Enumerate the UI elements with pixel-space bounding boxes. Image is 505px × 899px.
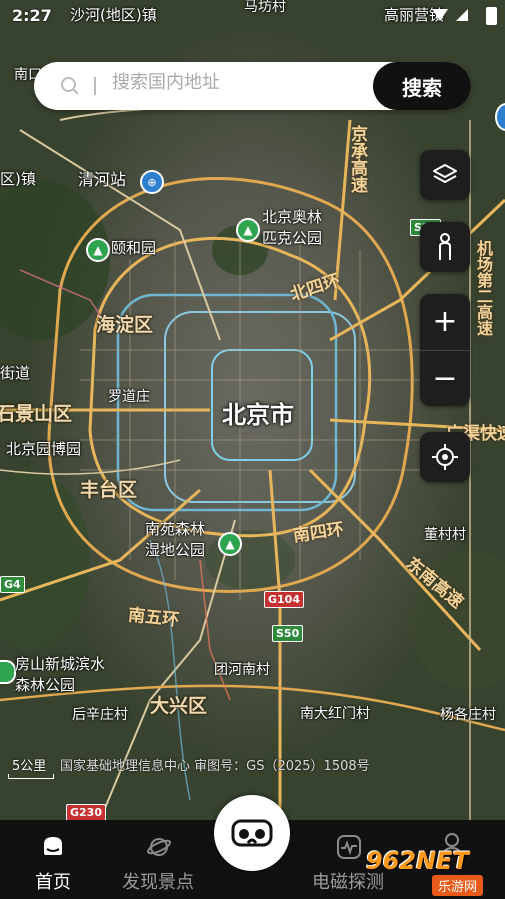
zoom-in-button[interactable]: + — [420, 294, 470, 351]
vr-goggles-icon — [231, 819, 273, 847]
tab-home-label: 首页 — [35, 872, 71, 893]
city-label-beijing: 北京市 — [222, 401, 294, 429]
scale-label: 5公里 — [12, 759, 47, 774]
road-shield-g4: G4 — [0, 576, 25, 593]
zoom-controls: + − — [420, 294, 470, 406]
poi-label-qinghe: 清河站 — [78, 170, 127, 189]
poi-label-nandahong: 南大红门村 — [300, 706, 370, 722]
poi-label-luodaozhuang: 罗道庄 — [108, 389, 150, 405]
park-icon: ▲ — [86, 238, 110, 262]
status-time: 2:27 — [12, 6, 52, 25]
watermark-logo: 962NET 乐游网 — [362, 845, 502, 896]
streetview-button[interactable] — [420, 222, 470, 272]
locate-button[interactable] — [420, 432, 470, 482]
poi-label-tuanhe: 团河南村 — [214, 662, 270, 678]
signal-icon — [456, 9, 468, 21]
poi-label-dongcun: 董村村 — [424, 527, 466, 543]
district-label-fengtai: 丰台区 — [80, 479, 138, 501]
locate-icon — [432, 444, 458, 470]
search-bar: 搜索国内地址 搜索 — [34, 62, 471, 110]
road-label-airport2: 机场第二高速 — [474, 240, 493, 336]
park-icon: ▲ — [236, 218, 260, 242]
road-shield-g104: G104 — [264, 591, 304, 608]
tab-discover[interactable]: 发现景点 — [108, 820, 208, 899]
zoom-out-button[interactable]: − — [420, 351, 470, 407]
poi-label-houxin: 后辛庄村 — [72, 707, 128, 723]
poi-label-yiheyuan: 颐和园 — [111, 239, 157, 257]
park-icon: ▲ — [218, 532, 242, 556]
search-icon — [61, 77, 79, 95]
tab-discover-label: 发现景点 — [122, 872, 194, 893]
search-input[interactable]: 搜索国内地址 — [112, 74, 220, 92]
poi-label-fangshan-line1: 房山新城滨水 — [15, 655, 106, 673]
poi-label-nanyuan-line2: 湿地公园 — [145, 541, 206, 559]
poi-label-nanyuan-line1: 南苑森林 — [145, 520, 206, 538]
subway-icon: ⊕ — [140, 170, 164, 194]
pulse-icon — [337, 835, 361, 859]
status-bar: 2:27 沙河(地区)镇 马坊村 高丽营镇 — [0, 0, 505, 30]
tab-home[interactable]: 首页 — [3, 820, 103, 899]
road-shield-g230: G230 — [66, 804, 106, 821]
watermark-brand: 962NET — [366, 847, 469, 875]
district-label-shijingshan: 石景山区 — [0, 403, 73, 425]
poi-label-fangshan-line2: 森林公园 — [15, 676, 76, 694]
road-label-jingcheng: 京承高速 — [347, 125, 367, 193]
search-cursor — [94, 77, 96, 95]
status-town-left: 沙河(地区)镇 — [70, 6, 157, 24]
poi-label-olympic-line1: 北京奥林 — [262, 208, 323, 226]
scale-bar — [8, 774, 54, 779]
park-icon — [0, 660, 16, 684]
road-shield-s50: S50 — [272, 625, 304, 642]
map-attribution: 国家基础地理信息中心 审图号：GS（2025）1508号 — [60, 759, 370, 774]
poi-label-yanggezhuang: 杨各庄村 — [440, 707, 496, 723]
poi-label-zhen: 区)镇 — [0, 170, 36, 188]
search-button[interactable]: 搜索 — [373, 62, 471, 110]
district-label-daxing: 大兴区 — [150, 695, 208, 717]
layers-icon — [433, 164, 457, 183]
district-label-haidian: 海淀区 — [96, 314, 154, 336]
person-icon — [439, 233, 451, 260]
vr-button[interactable] — [214, 795, 290, 871]
battery-icon — [486, 7, 497, 25]
home-icon — [44, 837, 62, 855]
watermark-sub: 乐游网 — [432, 875, 484, 896]
poi-label-expo: 北京园博园 — [6, 440, 82, 458]
planet-icon — [146, 838, 172, 856]
poi-label-jiedao: 街道 — [0, 364, 31, 382]
poi-label-olympic-line2: 匹克公园 — [262, 229, 323, 247]
layers-button[interactable] — [420, 150, 470, 200]
wifi-icon — [432, 9, 448, 21]
status-town-top: 马坊村 — [244, 0, 286, 15]
